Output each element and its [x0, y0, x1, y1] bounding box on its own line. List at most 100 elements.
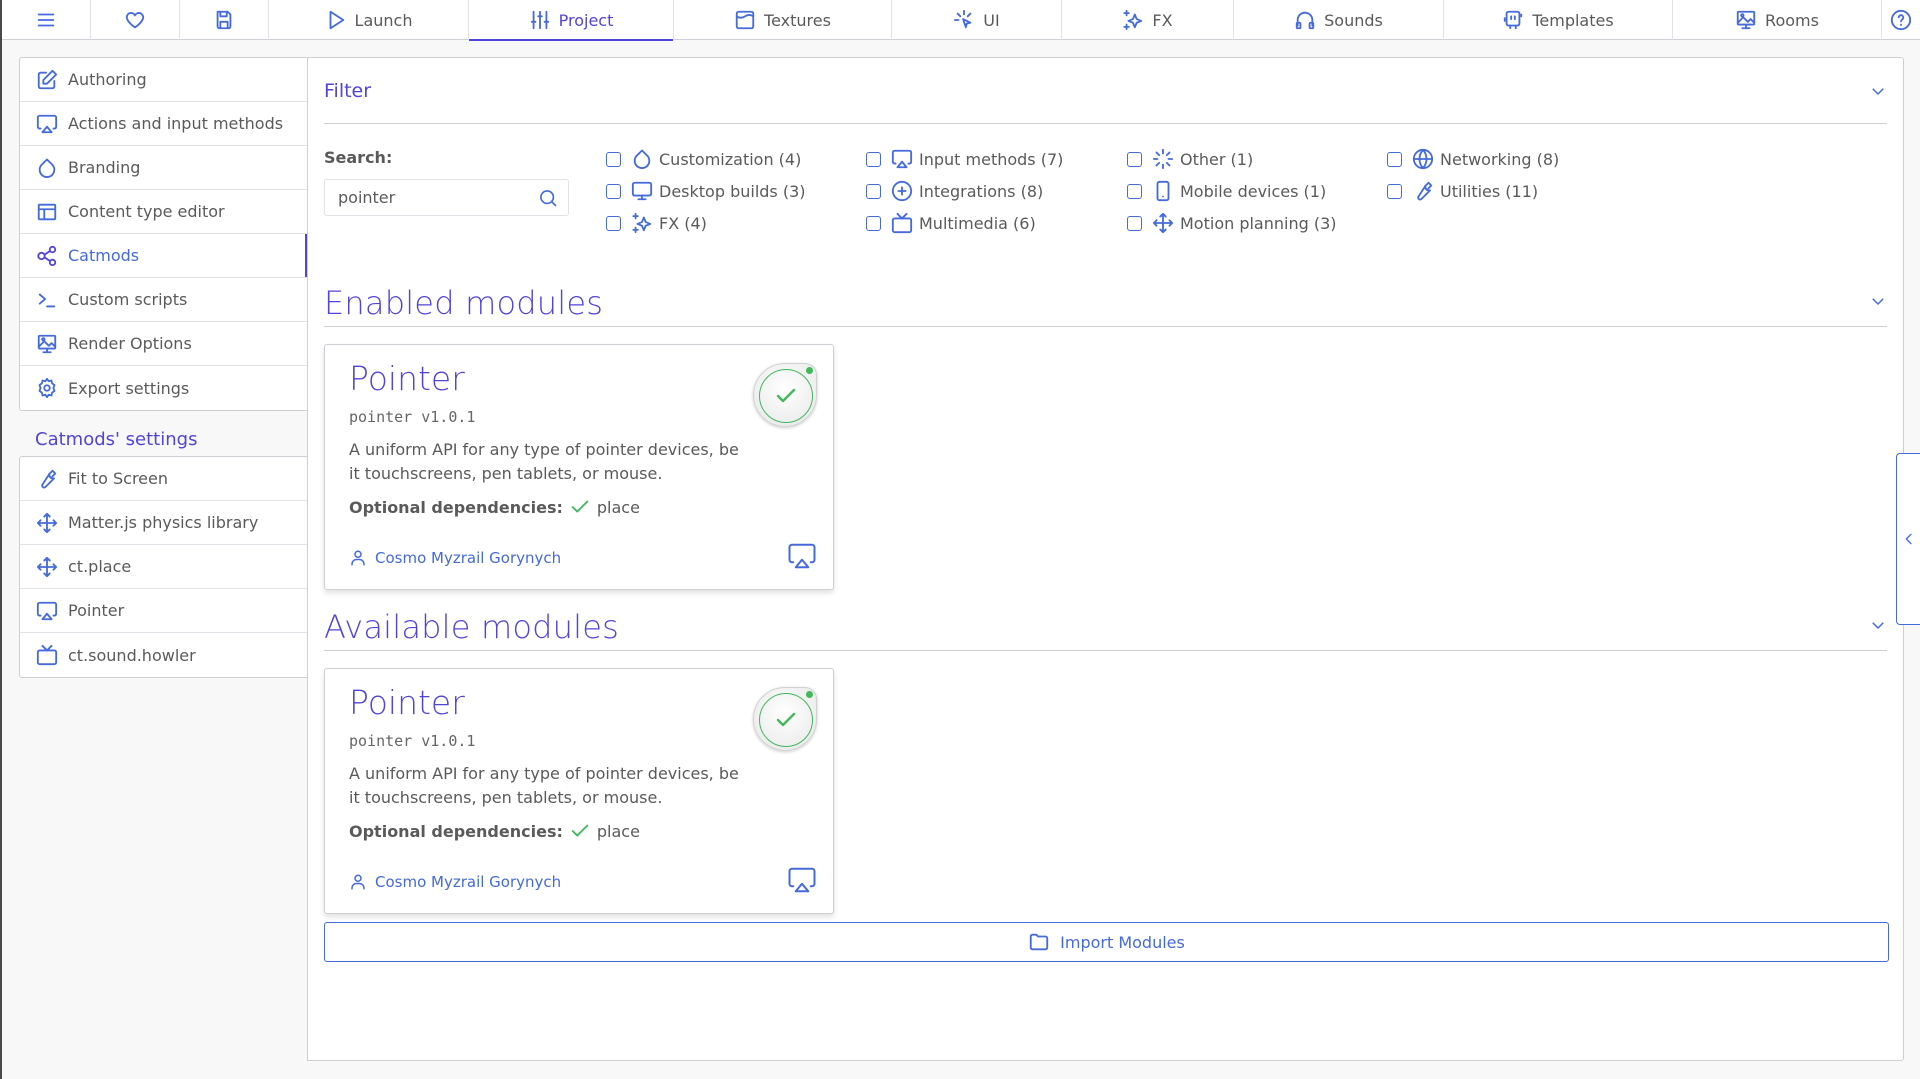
airplay-icon — [891, 149, 913, 169]
available-modules-header[interactable]: Available modules — [324, 598, 1887, 651]
checkbox[interactable] — [1127, 215, 1142, 231]
filter-category-utilities[interactable]: Utilities (11) — [1387, 180, 1538, 202]
tab-project[interactable]: Project — [469, 0, 674, 41]
checkbox[interactable] — [1127, 183, 1142, 199]
chevron-down-icon[interactable] — [1869, 82, 1887, 100]
available-modules-title: Available modules — [324, 608, 620, 646]
filter-title: Filter — [324, 79, 372, 102]
filter-category-input-methods[interactable]: Input methods (7) — [866, 148, 1063, 170]
checkbox[interactable] — [606, 183, 621, 199]
settings-item-pointer[interactable]: Pointer — [20, 589, 308, 633]
tab-sounds[interactable]: Sounds — [1234, 0, 1444, 40]
checkbox[interactable] — [1387, 183, 1402, 199]
tab-rooms[interactable]: Rooms — [1673, 0, 1882, 40]
sparkles-icon — [1123, 9, 1143, 31]
gear-icon — [38, 377, 56, 399]
settings-item-matter-js[interactable]: Matter.js physics library — [20, 501, 308, 545]
checkbox[interactable] — [1127, 151, 1142, 167]
search-icon[interactable] — [538, 187, 558, 209]
tv-icon — [891, 212, 913, 234]
droplet-icon — [38, 158, 56, 178]
checkbox[interactable] — [1387, 151, 1402, 167]
module-card[interactable]: Pointer pointer v1.0.1 A uniform API for… — [324, 668, 834, 914]
tab-fx[interactable]: FX — [1062, 0, 1234, 40]
settings-item-label: Matter.js physics library — [68, 513, 259, 532]
settings-item-fit-to-screen[interactable]: Fit to Screen — [20, 457, 308, 501]
tab-label: Textures — [764, 10, 831, 30]
search-field[interactable] — [324, 179, 569, 216]
sidebar-item-actions[interactable]: Actions and input methods — [20, 102, 308, 146]
settings-item-ct-place[interactable]: ct.place — [20, 545, 308, 589]
import-modules-button[interactable]: Import Modules — [324, 922, 1889, 962]
sidebar-item-custom-scripts[interactable]: Custom scripts — [20, 278, 308, 322]
sidebar-item-render-options[interactable]: Render Options — [20, 322, 308, 366]
save-button[interactable] — [180, 0, 269, 40]
filter-category-fx[interactable]: FX (4) — [606, 212, 707, 234]
tab-label: FX — [1152, 10, 1173, 30]
plus-circle-icon — [891, 180, 913, 202]
settings-item-sound-howler[interactable]: ct.sound.howler — [20, 633, 308, 677]
filter-category-label: Customization (4) — [659, 149, 802, 169]
filter-category-desktop[interactable]: Desktop builds (3) — [606, 180, 806, 202]
filter-category-integrations[interactable]: Integrations (8) — [866, 180, 1043, 202]
checkbox[interactable] — [606, 215, 621, 231]
dependencies-label: Optional dependencies: — [349, 497, 563, 517]
favorite-button[interactable] — [91, 0, 180, 40]
tab-templates[interactable]: Templates — [1444, 0, 1673, 40]
filter-category-label: FX (4) — [659, 213, 707, 233]
tab-launch[interactable]: Launch — [269, 0, 469, 40]
module-enabled-toggle[interactable] — [753, 363, 817, 427]
sidebar-item-content-types[interactable]: Content type editor — [20, 190, 308, 234]
sidebar-item-export-settings[interactable]: Export settings — [20, 366, 308, 410]
sidebar-item-label: Catmods — [68, 246, 140, 265]
module-author[interactable]: Cosmo Myzrail Gorynych — [349, 549, 561, 567]
share-nodes-icon — [37, 245, 57, 266]
checkbox[interactable] — [606, 151, 621, 167]
chevron-down-icon[interactable] — [1869, 616, 1887, 634]
settings-item-label: Fit to Screen — [68, 469, 168, 488]
filter-category-networking[interactable]: Networking (8) — [1387, 148, 1559, 170]
filter-header[interactable]: Filter — [324, 58, 1887, 124]
airplay-icon — [36, 114, 58, 133]
checkbox[interactable] — [866, 183, 881, 199]
module-card[interactable]: Pointer pointer v1.0.1 A uniform API for… — [324, 344, 834, 590]
filter-category-mobile[interactable]: Mobile devices (1) — [1127, 180, 1326, 202]
filter-category-label: Networking (8) — [1440, 149, 1560, 169]
sidebar-item-authoring[interactable]: Authoring — [20, 58, 308, 102]
tab-label: UI — [983, 10, 1000, 30]
menu-button[interactable] — [2, 0, 91, 40]
side-drawer-toggle[interactable] — [1896, 453, 1920, 625]
chevron-down-icon[interactable] — [1869, 292, 1887, 310]
module-author[interactable]: Cosmo Myzrail Gorynych — [349, 873, 561, 891]
monitor-image-icon — [37, 334, 57, 353]
sidebar-item-catmods[interactable]: Catmods — [20, 234, 308, 278]
enabled-modules-header[interactable]: Enabled modules — [324, 274, 1887, 327]
check-icon — [776, 712, 796, 727]
airplay-icon — [788, 867, 816, 893]
filter-category-label: Integrations (8) — [919, 181, 1044, 201]
status-dot — [806, 691, 813, 698]
enabled-modules-title: Enabled modules — [324, 284, 604, 322]
module-dependencies: Optional dependencies: place — [349, 820, 809, 842]
tab-label: Sounds — [1324, 10, 1383, 30]
sidebar-item-label: Authoring — [68, 70, 147, 89]
tab-ui[interactable]: UI — [892, 0, 1062, 40]
filter-category-other[interactable]: Other (1) — [1127, 148, 1253, 170]
module-enabled-toggle[interactable] — [753, 687, 817, 751]
filter-category-motion-planning[interactable]: Motion planning (3) — [1127, 212, 1337, 234]
filter-category-customization[interactable]: Customization (4) — [606, 148, 801, 170]
check-icon — [571, 500, 589, 513]
tab-textures[interactable]: Textures — [674, 0, 892, 40]
sidebar-item-branding[interactable]: Branding — [20, 146, 308, 190]
texture-icon — [735, 10, 755, 30]
sidebar-item-label: Actions and input methods — [68, 114, 284, 133]
tab-label: Launch — [354, 10, 413, 30]
search-input[interactable] — [338, 188, 538, 207]
sidebar: Authoring Actions and input methods Bran… — [19, 57, 308, 678]
dependencies-label: Optional dependencies: — [349, 821, 563, 841]
checkbox[interactable] — [866, 215, 881, 231]
airplay-icon — [788, 543, 816, 569]
checkbox[interactable] — [866, 151, 881, 167]
filter-category-multimedia[interactable]: Multimedia (6) — [866, 212, 1036, 234]
help-button[interactable] — [1882, 0, 1920, 40]
